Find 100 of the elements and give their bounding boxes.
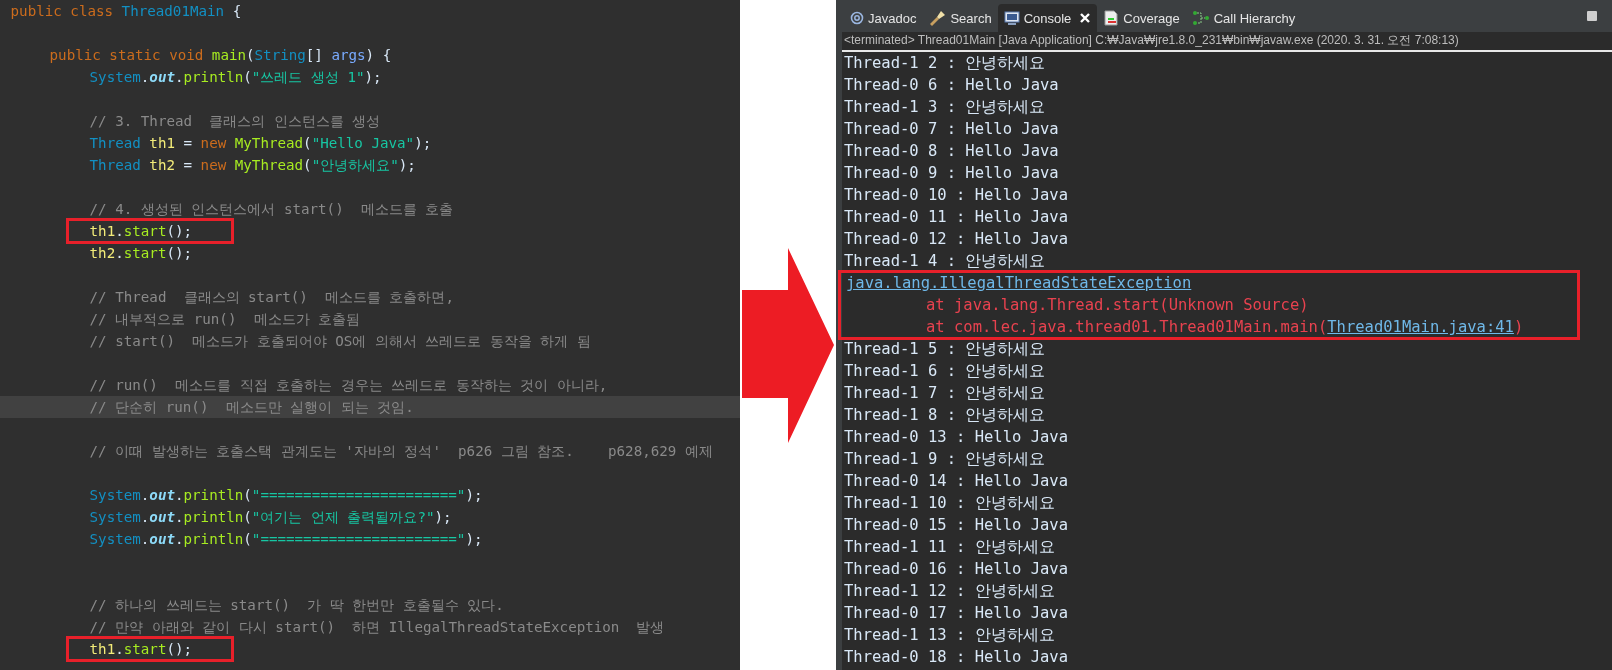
code-text: { [231,3,242,19]
code-text: ); [414,135,432,151]
method-name: start [123,641,167,657]
code-text: (); [166,245,193,261]
console-link[interactable]: java.lang.IllegalThreadStateException [846,274,1192,292]
console-line: Thread-0 16 : Hello Java [844,560,1068,578]
type-name: System [89,69,141,85]
variable-name: th2 [149,157,175,173]
code-text: . [115,641,124,657]
type-name: Thread01Main [121,3,225,19]
field-name: out [149,531,175,547]
code-text: . [174,69,184,85]
code-text: . [140,509,150,525]
method-name: println [183,531,244,547]
variable-name: th2 [89,245,116,261]
console-status: <terminated> Thread01Main [Java Application] C:₩Java₩jre1.8.0_231₩bin₩javaw.exe (2020. 3. 31. 오전 7:08:13) [842,32,1612,52]
string-literal: "=======================" [251,487,466,503]
code-comment: // start() 메소드가 호출되어야 OS에 의해서 쓰레드로 동작을 하게 됨 [89,333,591,349]
code-text: ( [303,135,312,151]
code-comment: // Thread 클래스의 start() 메소드를 호출하면, [89,289,454,305]
code-text: . [174,531,184,547]
method-name: println [183,69,244,85]
console-line: Thread-0 7 : Hello Java [844,120,1059,138]
code-text: ); [398,157,416,173]
string-literal: "안녕하세요" [311,157,399,173]
keyword: new [200,135,228,151]
console-line: Thread-0 18 : Hello Java [844,648,1068,666]
method-name: MyThread [234,157,304,173]
type-name: System [89,531,141,547]
type-name: System [89,487,141,503]
view-tab[interactable]: Javadoc [844,4,923,32]
variable-name: th1 [149,135,175,151]
console-line: Thread-1 3 : 안녕하세요 [844,98,1046,116]
code-text: (); [166,223,193,239]
keyword: public class [10,3,115,19]
method-name: println [183,509,244,525]
console-line: Thread-1 5 : 안녕하세요 [844,340,1046,358]
code-text: ) { [365,47,392,63]
code-text: . [174,487,184,503]
view-tab[interactable]: Call Hierarchy [1185,4,1302,32]
field-name: out [149,509,175,525]
console-line: Thread-1 4 : 안녕하세요 [844,252,1046,270]
console-line: Thread-1 12 : 안녕하세요 [844,582,1055,600]
variable-name: th1 [89,641,116,657]
code-text: ( [243,531,252,547]
view-tab[interactable]: Search [922,4,998,32]
code-text: (); [166,641,193,657]
console-line: Thread-1 9 : 안녕하세요 [844,450,1046,468]
code-comment: // run() 메소드를 직접 호출하는 경우는 쓰레드로 동작하는 것이 아니라, [89,377,608,393]
string-literal: "쓰레드 생성 1" [251,69,365,85]
code-text: . [140,69,150,85]
type-name: System [89,509,141,525]
view-tab[interactable]: Console [997,4,1098,32]
method-name: MyThread [234,135,304,151]
error-text: at com.lec.java.thread01.Thread01Main.main( [926,318,1328,336]
code-comment: // 이때 발생하는 호출스택 관계도는 '자바의 정석' p626 그림 참조. p628,629 예제 [89,443,713,459]
console-line: Thread-0 15 : Hello Java [844,516,1068,534]
console-line: Thread-0 9 : Hello Java [844,164,1059,182]
field-name: out [149,69,175,85]
code-comment: // 하나의 쓰레드는 start() 가 딱 한번만 호출될수 있다. [89,597,504,613]
code-text: = [182,157,194,173]
code-text: . [115,245,124,261]
code-comment: // 단순히 run() 메소드만 실행이 되는 것임. [89,399,414,415]
method-name: start [123,223,167,239]
console-line: Thread-1 7 : 안녕하세요 [844,384,1046,402]
console-line: Thread-0 11 : Hello Java [844,208,1068,226]
string-literal: "여기는 언제 출력될까요?" [251,509,435,525]
console-line: Thread-0 13 : Hello Java [844,428,1068,446]
code-text: . [140,487,150,503]
code-comment: // 만약 아래와 같이 다시 start() 하면 IllegalThreadStateException 발생 [89,619,665,635]
console-line: Thread-0 8 : Hello Java [844,142,1059,160]
console-link[interactable]: Thread01Main.java:41 [1327,318,1514,336]
console-line: Thread-1 11 : 안녕하세요 [844,538,1055,556]
code-text: ); [434,509,452,525]
view-tab[interactable]: Coverage [1097,4,1186,32]
code-text: ); [364,69,382,85]
code-text: . [174,509,184,525]
code-text: = [182,135,194,151]
code-comment: // 4. 생성된 인스턴스에서 start() 메소드를 호출 [89,201,454,217]
code-text: ); [465,531,483,547]
console-line: Thread-0 14 : Hello Java [844,472,1068,490]
code-text: ( [246,47,255,63]
string-literal: "=======================" [251,531,466,547]
code-text: ( [243,487,252,503]
console-line: Thread-1 8 : 안녕하세요 [844,406,1046,424]
type-name: String [254,47,306,63]
method-name: main [211,47,246,63]
console-line: Thread-1 6 : 안녕하세요 [844,362,1046,380]
method-name: start [123,245,167,261]
code-text: ); [465,487,483,503]
console-line: Thread-0 10 : Hello Java [844,186,1068,204]
keyword: public static void [49,47,205,63]
variable-name: th1 [89,223,116,239]
error-text: ) [1513,318,1524,336]
code-text: . [140,531,150,547]
console-line: Thread-1 13 : 안녕하세요 [844,626,1055,644]
console-line: Thread-0 17 : Hello Java [844,604,1068,622]
code-text: ( [243,69,252,85]
error-text: at java.lang.Thread.start(Unknown Source) [926,296,1309,314]
string-literal: "Hello Java" [311,135,415,151]
